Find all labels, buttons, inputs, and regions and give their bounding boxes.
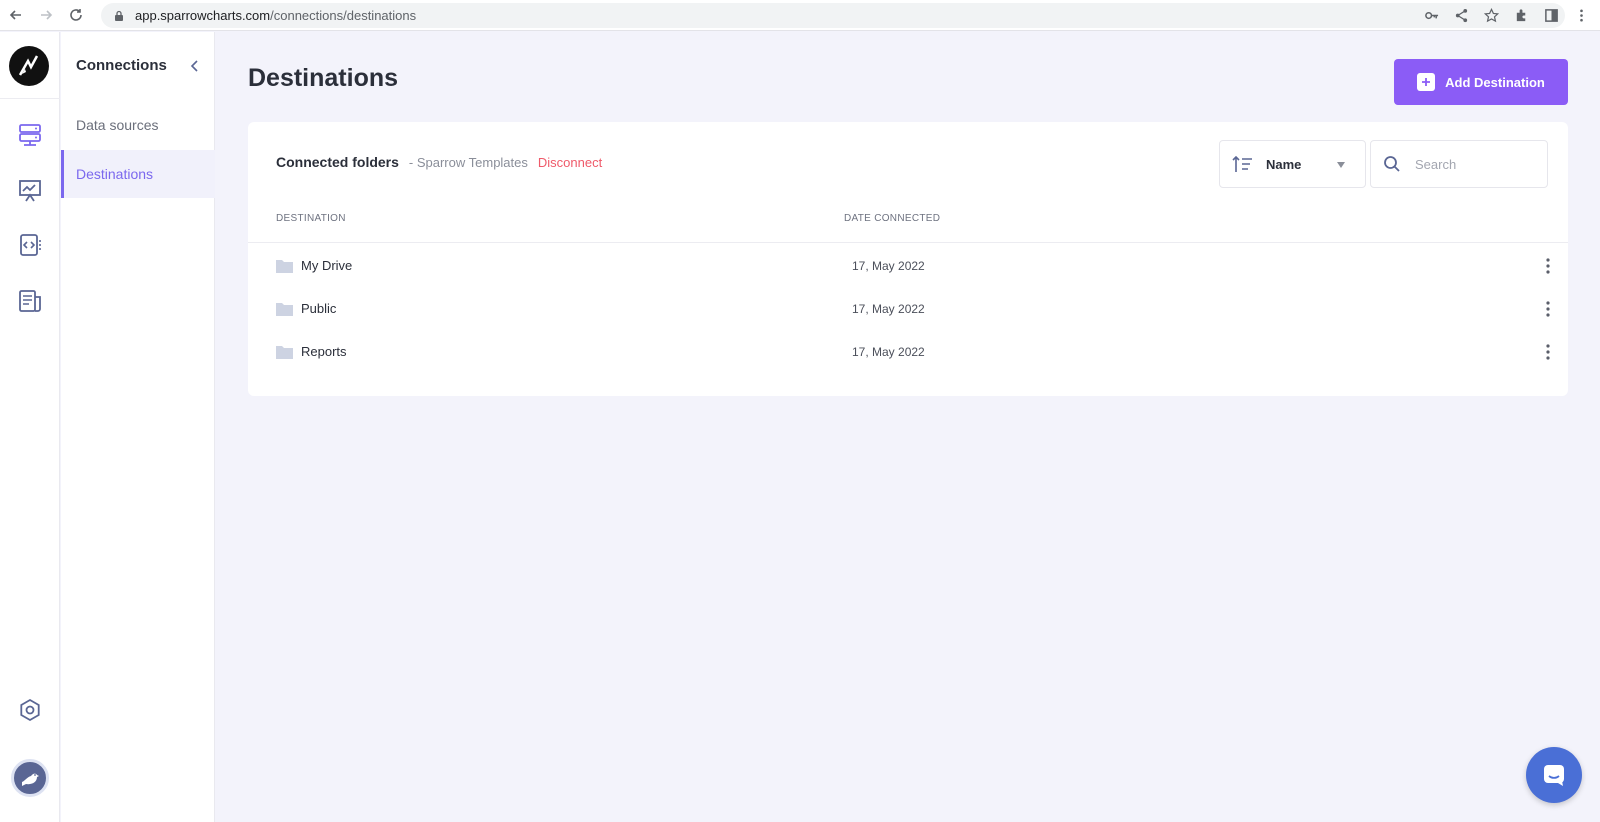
search-icon: [1384, 156, 1400, 172]
destinations-card: Connected folders - Sparrow Templates Di…: [248, 122, 1568, 396]
nav-reports[interactable]: [16, 287, 44, 315]
reload-icon: [70, 9, 82, 21]
folder-source: - Sparrow Templates: [408, 155, 528, 170]
more-vertical-icon: [1546, 301, 1550, 317]
kebab-menu-icon[interactable]: [1570, 4, 1592, 26]
column-header-destination: DESTINATION: [276, 213, 346, 224]
table-row[interactable]: Public 17, May 2022: [248, 287, 1568, 330]
search-box[interactable]: [1370, 140, 1548, 188]
date-connected: 17, May 2022: [852, 345, 925, 359]
plus-icon: [1417, 73, 1436, 91]
nav-settings[interactable]: [16, 696, 44, 724]
date-connected: 17, May 2022: [852, 302, 925, 316]
sort-label: Name: [1266, 156, 1302, 172]
lock-icon: [115, 10, 123, 21]
arrow-right-icon: [41, 10, 53, 20]
folder-icon: [276, 260, 293, 273]
chat-launcher-button[interactable]: [1526, 747, 1582, 803]
sidebar-title: Connections: [76, 57, 167, 74]
url-host: app.sparrowcharts.com: [135, 8, 271, 23]
table-row[interactable]: My Drive 17, May 2022: [248, 244, 1568, 287]
table-row[interactable]: Reports 17, May 2022: [248, 330, 1568, 373]
chat-icon: [1544, 765, 1564, 786]
header-divider: [248, 242, 1568, 243]
rail-divider: [0, 98, 60, 99]
chevron-left-icon: [190, 60, 198, 72]
disconnect-link[interactable]: Disconnect: [538, 155, 602, 170]
sidebar-item-destinations[interactable]: Destinations: [61, 150, 215, 198]
date-connected: 17, May 2022: [852, 259, 925, 273]
folder-icon: [276, 303, 293, 316]
reload-button[interactable]: [62, 1, 90, 29]
forward-button[interactable]: [32, 1, 60, 29]
code-file-icon: [20, 234, 41, 256]
presentation-chart-icon: [19, 180, 41, 202]
sidebar-item-data-sources[interactable]: Data sources: [61, 101, 215, 149]
more-vertical-icon: [1546, 344, 1550, 360]
arrow-left-icon: [9, 10, 21, 20]
star-icon[interactable]: [1480, 4, 1502, 26]
destination-name: My Drive: [301, 258, 353, 273]
icon-rail: [0, 32, 60, 822]
nav-connections[interactable]: [16, 120, 44, 148]
card-title: Connected folders: [276, 154, 399, 170]
database-icon: [19, 124, 41, 146]
column-header-date-connected: DATE CONNECTED: [844, 213, 941, 224]
row-more-button[interactable]: [1540, 257, 1556, 275]
url-path: /connections/destinations: [270, 8, 417, 23]
nav-presentations[interactable]: [16, 176, 44, 204]
page-title: Destinations: [248, 64, 399, 92]
connections-sidebar: Connections Data sources Destinations: [61, 32, 215, 822]
search-input[interactable]: [1415, 156, 1535, 172]
sparrow-logo-icon: [18, 55, 39, 76]
address-bar[interactable]: app.sparrowcharts.com/connections/destin…: [101, 3, 1565, 28]
add-destination-button[interactable]: Add Destination: [1394, 59, 1568, 105]
back-button[interactable]: [2, 1, 30, 29]
add-destination-label: Add Destination: [1445, 74, 1545, 90]
report-icon: [19, 290, 41, 312]
share-icon[interactable]: [1450, 4, 1472, 26]
browser-toolbar: app.sparrowcharts.com/connections/destin…: [0, 0, 1600, 31]
sort-dropdown[interactable]: Name: [1219, 140, 1366, 188]
collapse-sidebar-button[interactable]: [187, 58, 203, 74]
sidepanel-icon[interactable]: [1540, 4, 1562, 26]
destination-name: Public: [301, 301, 337, 316]
nav-embed[interactable]: [16, 231, 44, 259]
sparrow-avatar-icon: [22, 773, 39, 786]
app-logo[interactable]: [9, 46, 49, 86]
settings-icon: [20, 698, 40, 722]
user-avatar[interactable]: [11, 759, 49, 797]
caret-down-icon: [1337, 162, 1345, 168]
row-more-button[interactable]: [1540, 300, 1556, 318]
sort-ascending-icon: [1232, 155, 1252, 172]
folder-icon: [276, 346, 293, 359]
extensions-icon[interactable]: [1510, 4, 1532, 26]
more-vertical-icon: [1546, 258, 1550, 274]
row-more-button[interactable]: [1540, 343, 1556, 361]
destination-name: Reports: [301, 344, 347, 359]
key-icon[interactable]: [1420, 4, 1442, 26]
